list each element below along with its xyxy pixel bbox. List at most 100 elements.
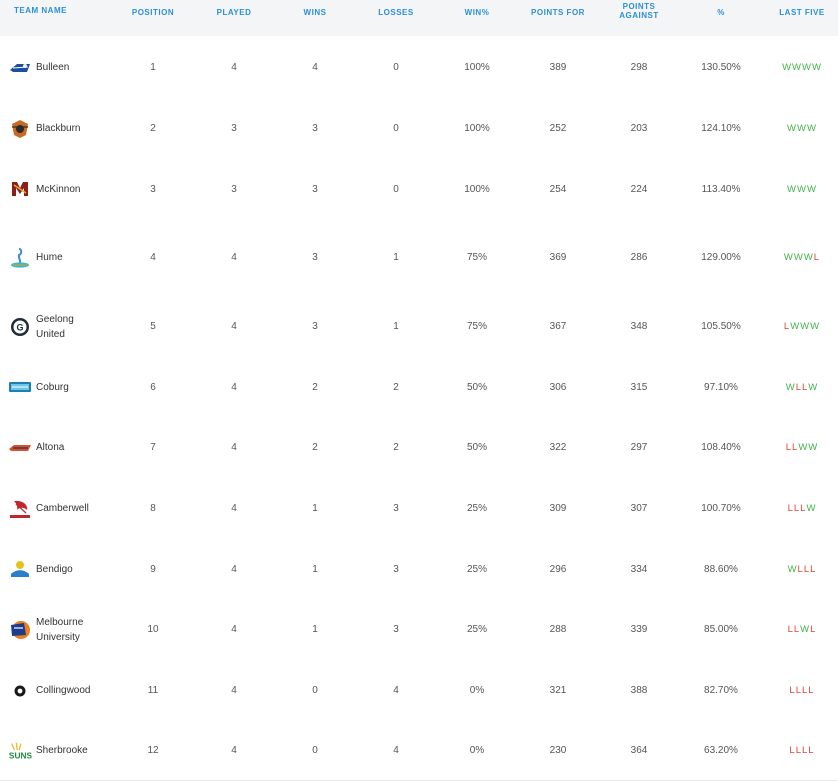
col-percentage[interactable]: % [690, 0, 752, 24]
losses-cell: 4 [393, 685, 399, 696]
result-win: W [808, 442, 819, 453]
col-losses[interactable]: LOSSES [365, 0, 427, 24]
table-row[interactable]: Altona 7 4 2 2 50% 322 297 108.40% L L W W [0, 417, 838, 479]
win-percent-cell: 75% [466, 252, 487, 263]
col-played[interactable]: PLAYED [203, 0, 265, 24]
losses-cell: 1 [393, 252, 399, 263]
team-cell[interactable]: Bulleen [8, 37, 118, 98]
losses-cell: 2 [393, 381, 399, 393]
result-loss: L [808, 685, 815, 696]
team-cell[interactable]: Melbourne University [8, 599, 118, 660]
col-win-percent[interactable]: WIN% [446, 0, 508, 24]
last-five-cell: WWW [770, 98, 834, 159]
table-row[interactable]: Collingwood 11 4 0 4 0% 321 388 82.70% L L L L [0, 660, 838, 722]
points-against-cell: 224 [630, 183, 648, 195]
percentage-cell: 63.20% [704, 745, 738, 756]
points-for-cell: 230 [549, 745, 567, 756]
blackburn-logo [8, 118, 32, 140]
team-cell[interactable]: G Geelong United [8, 296, 118, 357]
position-cell: 12 [147, 745, 159, 756]
position-cell: 7 [150, 442, 156, 453]
result-win: W [793, 252, 804, 263]
last-five-cell: LLLL [770, 660, 834, 721]
played-cell: 4 [231, 624, 237, 635]
result-win: W [802, 62, 812, 73]
result-win: W [785, 381, 796, 393]
points-against-cell: 286 [630, 252, 648, 263]
points-for-cell: 309 [549, 503, 567, 514]
team-cell[interactable]: Camberwell [8, 478, 118, 539]
hume-logo [8, 247, 32, 269]
table-row[interactable]: Coburg 6 4 2 2 50% 306 315 97.10% W L L W [0, 357, 838, 418]
points-against-cell: 203 [630, 123, 648, 134]
table-row[interactable]: Blackburn 2 3 3 0 100% 252 203 124.10% W W W [0, 98, 838, 160]
team-name[interactable]: McKinnon [36, 182, 80, 197]
percentage-cell: 100.70% [701, 503, 741, 514]
team-cell[interactable]: Collingwood [8, 660, 118, 721]
result-loss: L [808, 745, 815, 756]
team-name[interactable]: Geelong United [36, 312, 74, 342]
percentage-cell: 85.00% [704, 624, 738, 635]
table-row[interactable]: G Geelong United 5 4 3 1 75% 367 348 105.50% L W W W [0, 296, 838, 358]
played-cell: 4 [231, 62, 237, 73]
altona-logo [8, 437, 32, 459]
team-cell[interactable]: McKinnon [8, 159, 118, 219]
position-cell: 11 [147, 685, 159, 696]
geelong-logo: G [8, 316, 32, 338]
table-row[interactable]: McKinnon 3 3 3 0 100% 254 224 113.40% W W W [0, 159, 838, 220]
team-name[interactable]: Bendigo [36, 562, 73, 577]
team-cell[interactable]: Blackburn [8, 98, 118, 159]
last-five-cell: WWWL [770, 219, 834, 296]
points-against-cell: 334 [630, 563, 648, 575]
table-row[interactable]: Bulleen 1 4 4 0 100% 389 298 130.50% W W W W [0, 37, 838, 99]
team-cell[interactable]: Altona [8, 417, 118, 478]
col-points-for[interactable]: POINTS FOR [522, 0, 594, 24]
wins-cell: 3 [312, 321, 318, 332]
collingwood-logo [8, 680, 32, 702]
losses-cell: 3 [393, 503, 399, 514]
team-name[interactable]: Coburg [36, 380, 69, 395]
wins-cell: 0 [312, 685, 318, 696]
last-five-cell: WLLL [770, 539, 834, 599]
result-win: W [806, 183, 817, 195]
wins-cell: 2 [312, 381, 318, 393]
points-against-cell: 339 [630, 624, 648, 635]
table-row[interactable]: Bendigo 9 4 1 3 25% 296 334 88.60% W L L L [0, 539, 838, 600]
ladder-table: TEAM NAME POSITION PLAYED WINS LOSSES WI… [0, 0, 838, 781]
win-percent-cell: 75% [466, 321, 487, 332]
points-for-cell: 296 [549, 563, 567, 575]
col-points-against[interactable]: POINTS AGAINST [608, 0, 670, 22]
win-percent-cell: 0% [469, 745, 485, 756]
team-name[interactable]: Altona [36, 440, 64, 455]
team-name[interactable]: Melbourne University [36, 615, 83, 645]
team-name[interactable]: Blackburn [36, 121, 80, 136]
points-for-cell: 369 [549, 252, 567, 263]
col-last-five[interactable]: LAST FIVE [770, 0, 834, 24]
position-cell: 6 [150, 381, 156, 393]
table-row[interactable]: Melbourne University 10 4 1 3 25% 288 339 85.00% L… [0, 599, 838, 661]
col-team-name[interactable]: TEAM NAME [14, 0, 104, 22]
team-name[interactable]: Hume [36, 250, 63, 265]
team-cell[interactable]: Coburg [8, 357, 118, 417]
win-percent-cell: 100% [464, 183, 490, 195]
position-cell: 9 [150, 563, 156, 575]
last-five-cell: LLLL [770, 721, 834, 780]
result-win: W [803, 252, 814, 263]
col-wins[interactable]: WINS [284, 0, 346, 24]
team-name[interactable]: Bulleen [36, 60, 69, 75]
result-win: W [787, 183, 798, 195]
played-cell: 4 [231, 321, 237, 332]
col-position[interactable]: POSITION [122, 0, 184, 24]
team-name[interactable]: Camberwell [36, 501, 89, 516]
team-cell[interactable]: SUNS Sherbrooke [8, 721, 118, 780]
position-cell: 2 [150, 123, 156, 134]
team-cell[interactable]: Bendigo [8, 539, 118, 599]
table-row[interactable]: SUNS Sherbrooke 12 4 0 4 0% 230 364 63.20% L L L L [0, 721, 838, 781]
losses-cell: 0 [393, 62, 399, 73]
table-row[interactable]: Hume 4 4 3 1 75% 369 286 129.00% W W W L [0, 219, 838, 297]
team-name[interactable]: Sherbrooke [36, 743, 88, 758]
team-cell[interactable]: Hume [8, 219, 118, 296]
last-five-cell: WWW [770, 159, 834, 219]
table-row[interactable]: Camberwell 8 4 1 3 25% 309 307 100.70% L L L W [0, 478, 838, 540]
team-name[interactable]: Collingwood [36, 683, 90, 698]
